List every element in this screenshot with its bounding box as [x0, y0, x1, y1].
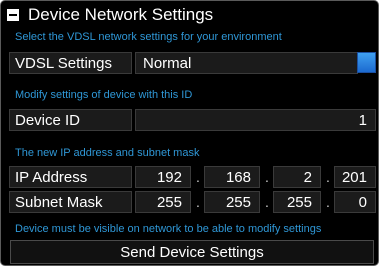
ip-octet-2-input[interactable]: 168: [204, 166, 260, 188]
vdsl-dropdown-button[interactable]: [357, 52, 376, 73]
vdsl-settings-select[interactable]: Normal: [135, 52, 358, 74]
device-id-hint: Modify settings of device with this ID: [15, 89, 193, 101]
device-network-settings-panel: Device Network Settings Select the VDSL …: [0, 0, 379, 266]
mask-dot-2: .: [265, 194, 269, 210]
vdsl-settings-label: VDSL Settings: [9, 52, 132, 74]
ip-dot-1: .: [196, 169, 200, 185]
device-id-label: Device ID: [9, 109, 132, 131]
panel-header[interactable]: Device Network Settings: [7, 3, 213, 27]
vdsl-hint: Select the VDSL network settings for you…: [15, 31, 282, 43]
panel-title: Device Network Settings: [28, 5, 214, 24]
mask-octet-3-input[interactable]: 255: [273, 191, 321, 213]
collapse-icon[interactable]: [7, 9, 19, 21]
ip-octet-1-input[interactable]: 192: [135, 166, 191, 188]
ip-hint: The new IP address and subnet mask: [15, 147, 200, 159]
ip-dot-2: .: [265, 169, 269, 185]
mask-dot-1: .: [196, 194, 200, 210]
mask-octet-1-input[interactable]: 255: [135, 191, 191, 213]
device-id-input[interactable]: 1: [135, 109, 376, 131]
subnet-mask-label: Subnet Mask: [9, 191, 132, 213]
mask-octet-4-input[interactable]: 0: [334, 191, 376, 213]
ip-address-label: IP Address: [9, 166, 132, 188]
ip-octet-3-input[interactable]: 2: [273, 166, 321, 188]
ip-dot-3: .: [326, 169, 330, 185]
mask-dot-3: .: [326, 194, 330, 210]
ip-octet-4-input[interactable]: 201: [334, 166, 376, 188]
send-device-settings-button[interactable]: Send Device Settings: [10, 240, 374, 264]
mask-octet-2-input[interactable]: 255: [204, 191, 260, 213]
visibility-note: Device must be visible on network to be …: [15, 223, 322, 235]
